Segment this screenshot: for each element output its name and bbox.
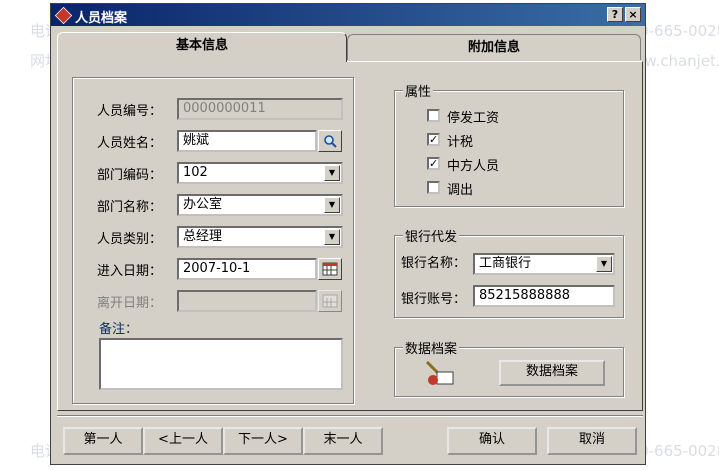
account-label: 银行账号： bbox=[401, 292, 467, 307]
first-person-button[interactable]: 第一人 bbox=[63, 427, 143, 455]
ok-button[interactable]: 确认 bbox=[447, 427, 537, 455]
bank-name-value: 工商银行 bbox=[479, 256, 532, 271]
notes-textarea[interactable] bbox=[99, 338, 343, 390]
attributes-group: 属性 停发工资 ✓ 计税 ✓ 中方人员 调出 bbox=[394, 81, 624, 207]
chevron-down-icon[interactable]: ▼ bbox=[324, 229, 340, 245]
basic-info-panel: 人员编号： 0000000011 人员姓名： 姚斌 部门编码： 102 ▼ 部门… bbox=[57, 61, 643, 411]
leave-date-label: 离开日期： bbox=[97, 296, 163, 311]
tab-basic-info[interactable]: 基本信息 bbox=[57, 32, 347, 62]
bank-group: 银行代发 银行名称： 工商银行 ▼ 银行账号： 85215888888 bbox=[394, 226, 624, 318]
basic-fields-group: 人员编号： 0000000011 人员姓名： 姚斌 部门编码： 102 ▼ 部门… bbox=[72, 77, 354, 404]
tab-additional-info[interactable]: 附加信息 bbox=[347, 34, 641, 60]
taxable-label: 计税 bbox=[447, 135, 474, 150]
bank-name-label: 银行名称： bbox=[401, 256, 467, 271]
data-archive-button[interactable]: 数据档案 bbox=[499, 360, 605, 386]
chinese-staff-checkbox[interactable]: ✓ bbox=[427, 157, 440, 170]
transferred-checkbox[interactable] bbox=[427, 181, 440, 194]
stop-salary-checkbox[interactable] bbox=[427, 109, 440, 122]
dept-name-value: 办公室 bbox=[183, 197, 223, 212]
emp-no-field: 0000000011 bbox=[177, 98, 343, 120]
join-date-field[interactable]: 2007-10-1 bbox=[177, 258, 317, 280]
emp-type-label: 人员类别： bbox=[97, 232, 163, 247]
dept-name-label: 部门名称： bbox=[97, 200, 163, 215]
dept-name-select[interactable]: 办公室 ▼ bbox=[177, 194, 343, 216]
dept-code-label: 部门编码： bbox=[97, 168, 163, 183]
app-icon bbox=[54, 6, 73, 25]
last-person-button[interactable]: 末一人 bbox=[303, 427, 383, 455]
title-bar[interactable]: 人员档案 ? × bbox=[51, 4, 645, 26]
emp-type-select[interactable]: 总经理 ▼ bbox=[177, 226, 343, 248]
join-date-label: 进入日期： bbox=[97, 264, 163, 279]
chevron-down-icon[interactable]: ▼ bbox=[324, 197, 340, 213]
cancel-button[interactable]: 取消 bbox=[547, 427, 637, 455]
dept-code-value: 102 bbox=[183, 165, 208, 180]
close-button[interactable]: × bbox=[625, 7, 641, 22]
chevron-down-icon[interactable]: ▼ bbox=[596, 256, 612, 272]
account-field[interactable]: 85215888888 bbox=[473, 285, 615, 307]
footer-divider bbox=[57, 415, 643, 417]
help-button[interactable]: ? bbox=[607, 7, 623, 22]
archive-title: 数据档案 bbox=[403, 338, 460, 357]
stop-salary-label: 停发工资 bbox=[447, 111, 500, 126]
next-person-button[interactable]: 下一人> bbox=[223, 427, 303, 455]
emp-name-label: 人员姓名： bbox=[97, 136, 163, 151]
leave-date-field bbox=[177, 290, 317, 312]
attributes-title: 属性 bbox=[403, 81, 434, 100]
taxable-checkbox[interactable]: ✓ bbox=[427, 133, 440, 146]
notes-label: 备注： bbox=[99, 322, 139, 337]
calendar-icon[interactable] bbox=[318, 258, 342, 280]
transferred-label: 调出 bbox=[447, 183, 474, 198]
search-icon[interactable] bbox=[318, 130, 342, 152]
archive-pen-icon bbox=[423, 358, 459, 388]
bank-title: 银行代发 bbox=[403, 226, 460, 245]
chevron-down-icon[interactable]: ▼ bbox=[324, 165, 340, 181]
prev-person-button[interactable]: <上一人 bbox=[143, 427, 223, 455]
archive-group: 数据档案 数据档案 bbox=[394, 338, 624, 397]
bank-name-select[interactable]: 工商银行 ▼ bbox=[473, 253, 615, 275]
chinese-staff-label: 中方人员 bbox=[447, 159, 500, 174]
emp-no-label: 人员编号： bbox=[97, 104, 163, 119]
emp-name-field[interactable]: 姚斌 bbox=[177, 130, 317, 152]
dept-code-select[interactable]: 102 ▼ bbox=[177, 162, 343, 184]
window-title: 人员档案 bbox=[75, 11, 128, 26]
calendar-icon bbox=[318, 290, 342, 312]
personnel-dialog: 人员档案 ? × 基本信息 附加信息 人员编号： 0000000011 人员姓名… bbox=[50, 3, 646, 465]
emp-type-value: 总经理 bbox=[183, 229, 223, 244]
